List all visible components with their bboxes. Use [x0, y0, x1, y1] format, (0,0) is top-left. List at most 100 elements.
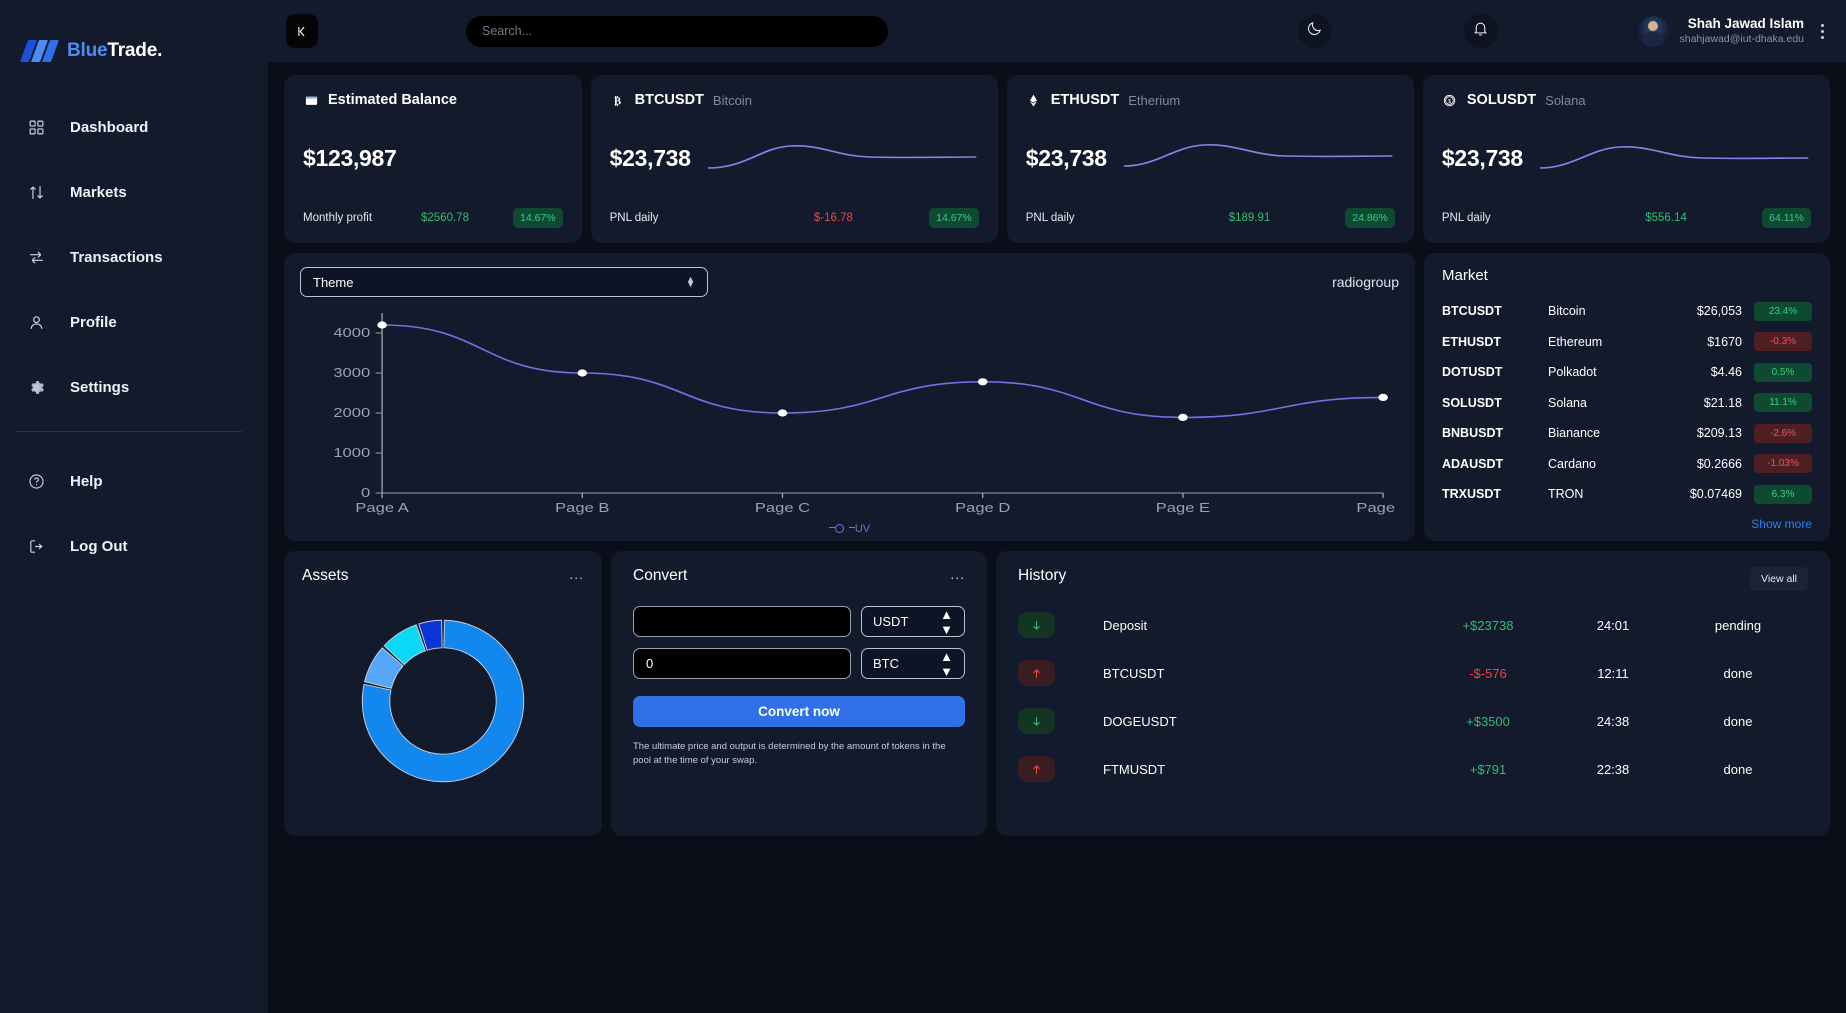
chart-canvas: 0 1000 2000 3000 4000 Page A Page B Page C Page … — [300, 299, 1399, 531]
market-table: BTCUSDT Bitcoin $26,053 23.4% ETHUSDT Ethereu… — [1442, 296, 1812, 515]
user-meta: Shah Jawad Islam shahjawad@iut-dhaka.edu — [1680, 16, 1805, 46]
dashboard-content: Estimated Balance $123,987 Monthly profi… — [268, 63, 1846, 1013]
sidebar-nav: Dashboard Markets Transactions Profile S… — [0, 106, 268, 567]
card-amount-row: $23,738 — [610, 136, 979, 180]
market-price: $209.13 — [1696, 426, 1742, 441]
monthly-profit-label: Monthly profit — [303, 212, 373, 224]
search-wrapper — [466, 15, 888, 47]
sidebar-item-transactions[interactable]: Transactions — [0, 236, 268, 278]
history-list: Deposit +$23738 24:01 pending BTCUSDT -$-576 1… — [1018, 601, 1808, 793]
topbar: Shah Jawad Islam shahjawad@iut-dhaka.edu — [268, 0, 1846, 63]
market-coin-name: Cardano — [1548, 456, 1596, 471]
sparkline-chart — [705, 136, 979, 180]
card-footer: Monthly profit $2560.78 14.67% — [303, 208, 563, 228]
status-badge: 14.67% — [513, 208, 563, 228]
notifications-button[interactable] — [1463, 14, 1498, 48]
arrow-down-icon — [1018, 708, 1055, 734]
show-more-link[interactable]: Show more — [1442, 515, 1812, 531]
history-row[interactable]: Deposit +$23738 24:01 pending — [1018, 601, 1808, 649]
history-status: done — [1723, 713, 1753, 729]
history-time: 24:38 — [1596, 713, 1630, 729]
convert-to-row: BTC ▲▼ — [633, 648, 965, 679]
market-price: $26,053 — [1696, 304, 1742, 319]
radiogroup-label: radiogroup — [1332, 274, 1399, 290]
market-symbol: ETHUSDT — [1442, 334, 1502, 349]
theme-select[interactable]: Theme ▲ ▼ — [300, 267, 708, 297]
history-status: done — [1723, 665, 1753, 681]
status-badge: 64.11% — [1762, 208, 1811, 228]
card-amount-row: $23,738 — [1442, 136, 1811, 180]
history-name: Deposit — [1103, 617, 1148, 633]
history-name: FTMUSDT — [1103, 761, 1166, 777]
currency-label: USDT — [873, 614, 909, 629]
svg-text:Page A: Page A — [355, 502, 409, 516]
panel-header: Convert ... — [633, 567, 965, 585]
convert-from-row: USDT ▲ ▼ — [633, 606, 965, 637]
card-amount-row: $123,987 — [303, 145, 563, 172]
convert-from-input[interactable] — [633, 606, 851, 637]
chevron-updown-icon: ▲ ▼ — [940, 648, 953, 679]
estimated-balance-card: Estimated Balance $123,987 Monthly profi… — [284, 75, 582, 243]
user-profile[interactable]: Shah Jawad Islam shahjawad@iut-dhaka.edu — [1637, 15, 1829, 47]
svg-text:4000: 4000 — [333, 327, 370, 341]
svg-text:2000: 2000 — [333, 407, 370, 421]
history-row[interactable]: DOGEUSDT +$3500 24:38 done — [1018, 697, 1808, 745]
convert-menu-icon[interactable]: ... — [950, 567, 965, 581]
history-status: pending — [1714, 617, 1762, 633]
history-row[interactable]: BTCUSDT -$-576 12:11 done — [1018, 649, 1808, 697]
brand-logo[interactable]: BlueTrade. — [0, 0, 268, 76]
search-input[interactable] — [466, 15, 888, 47]
market-row[interactable]: SOLUSDT Solana $21.18 11.1% — [1442, 388, 1812, 419]
ethereum-icon — [1026, 92, 1042, 108]
svg-text:Page F: Page F — [1356, 502, 1399, 516]
market-row[interactable]: ETHUSDT Ethereum $1670 -0.3% — [1442, 327, 1812, 358]
card-footer: PNL daily $556.14 64.11% — [1442, 208, 1811, 228]
market-row[interactable]: TRXUSDT TRON $0.07469 6.3% — [1442, 479, 1812, 510]
market-row[interactable]: BNBUSDT Bianance $209.13 -2.6% — [1442, 418, 1812, 449]
market-coin-name: TRON — [1548, 487, 1584, 502]
assets-menu-icon[interactable]: ... — [569, 567, 584, 581]
sidebar-item-profile[interactable]: Profile — [0, 301, 268, 343]
logo-icon — [19, 40, 60, 62]
view-all-button[interactable]: View all — [1750, 567, 1808, 591]
history-row[interactable]: FTMUSDT +$791 22:38 done — [1018, 745, 1808, 793]
svg-text:Page D: Page D — [955, 502, 1010, 516]
sidebar-item-label: Settings — [70, 378, 130, 396]
convert-to-input[interactable] — [633, 648, 851, 679]
user-email: shahjawad@iut-dhaka.edu — [1679, 32, 1805, 45]
market-symbol: SOLUSDT — [1442, 395, 1502, 410]
history-amount: -$-576 — [1469, 665, 1507, 681]
wallet-icon — [303, 92, 319, 108]
sparkline-chart — [1537, 136, 1811, 180]
sidebar-item-settings[interactable]: Settings — [0, 366, 268, 408]
sidebar-item-label: Help — [70, 472, 103, 490]
market-price: $21.18 — [1703, 395, 1742, 410]
sidebar-item-dashboard[interactable]: Dashboard — [0, 106, 268, 148]
pnl-value: $556.14 — [1645, 212, 1687, 224]
bitcoin-icon: ₿ — [610, 92, 626, 108]
sidebar-item-help[interactable]: Help — [0, 460, 268, 502]
sidebar-item-logout[interactable]: Log Out — [0, 525, 268, 567]
arrow-up-icon — [1018, 756, 1055, 782]
history-amount: +$23738 — [1462, 617, 1514, 633]
assets-donut-chart — [302, 581, 584, 820]
arrow-up-icon — [1018, 660, 1055, 686]
arrow-down-icon — [1018, 612, 1055, 638]
convert-from-currency-select[interactable]: USDT ▲ ▼ — [861, 606, 965, 637]
collapse-left-icon[interactable] — [286, 14, 318, 48]
convert-to-currency-select[interactable]: BTC ▲ ▼ — [861, 648, 965, 679]
market-change-badge: -2.6% — [1754, 423, 1812, 443]
market-row[interactable]: BTCUSDT Bitcoin $26,053 23.4% — [1442, 296, 1812, 327]
convert-now-button[interactable]: Convert now — [633, 696, 965, 727]
legend-label: UV — [854, 523, 871, 535]
card-coin-name: Bitcoin — [712, 92, 752, 108]
market-row[interactable]: DOTUSDT Polkadot $4.46 0.5% — [1442, 357, 1812, 388]
market-row[interactable]: ADAUSDT Cardano $0.2666 -1.03% — [1442, 449, 1812, 480]
sidebar-item-markets[interactable]: Markets — [0, 171, 268, 213]
sidebar-divider — [16, 431, 242, 432]
theme-toggle-button[interactable] — [1297, 14, 1332, 48]
sidebar-item-label: Log Out — [70, 537, 128, 555]
svg-text:3000: 3000 — [333, 367, 370, 381]
monthly-profit-value: $2560.78 — [421, 212, 469, 224]
kebab-menu-icon[interactable] — [1817, 22, 1828, 41]
